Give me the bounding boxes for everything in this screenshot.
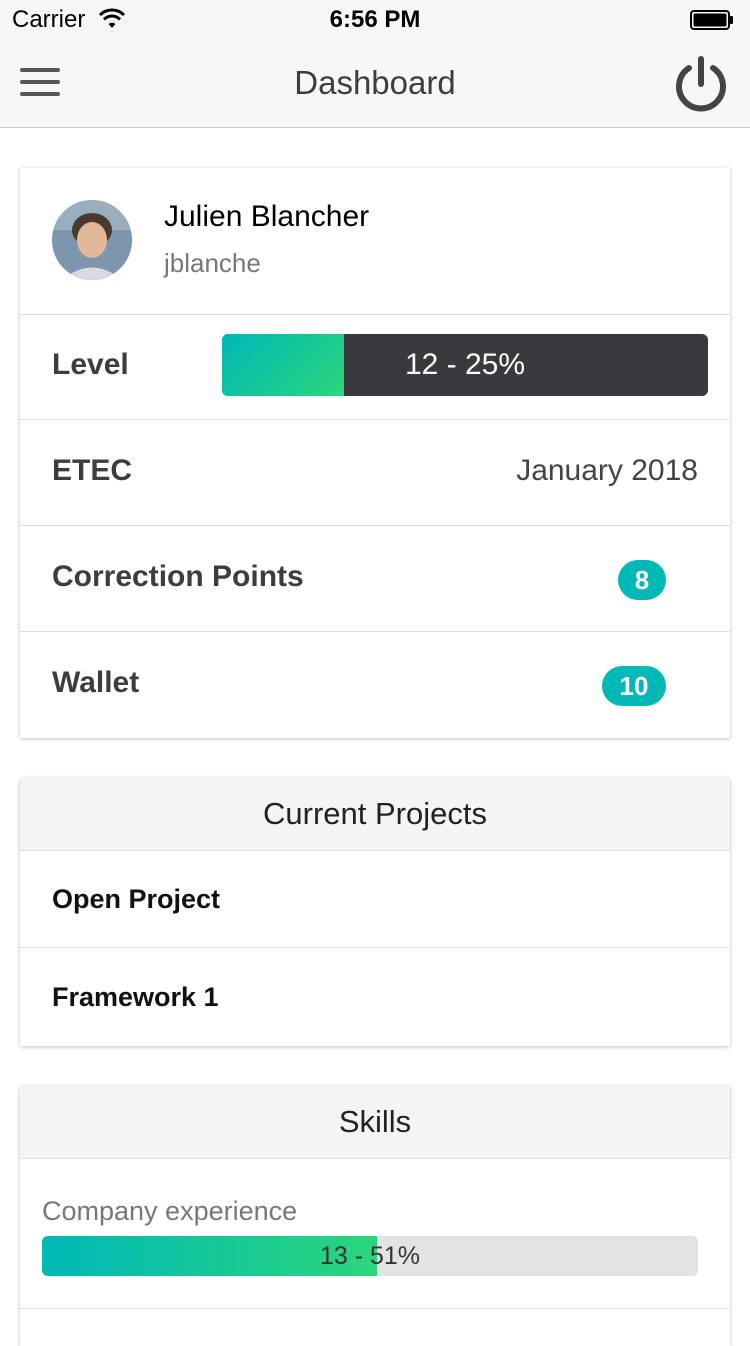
project-item[interactable]: Open Project [20, 850, 730, 948]
correction-points-label: Correction Points [52, 560, 304, 593]
current-projects-title: Current Projects [263, 796, 487, 831]
skill-name: Company experience [42, 1196, 298, 1226]
skill-item: Company experience 13 - 51% [20, 1158, 730, 1309]
level-label: Level [52, 348, 129, 381]
level-progress-bar: 12 - 25% [222, 334, 708, 396]
user-login: jblanche [164, 248, 261, 278]
power-icon[interactable] [670, 54, 732, 116]
nav-bar: Dashboard [0, 40, 750, 128]
level-row: Level 12 - 25% [20, 314, 730, 420]
profile-card: Julien Blancher jblanche Level 12 - 25% … [20, 168, 730, 738]
skills-card: Skills Company experience 13 - 51% [20, 1086, 730, 1346]
level-progress-text: 12 - 25% [404, 348, 526, 381]
campus-row: ETEC January 2018 [20, 420, 730, 526]
wallet-badge: 10 [602, 666, 666, 706]
campus-label: ETEC [52, 454, 133, 487]
correction-points-row: Correction Points 8 [20, 526, 730, 632]
current-projects-header: Current Projects [20, 778, 730, 851]
campus-date: January 2018 [516, 454, 698, 487]
wallet-label: Wallet [52, 666, 140, 699]
status-time: 6:56 PM [329, 6, 421, 33]
status-bar: Carrier 6:56 PM [0, 0, 750, 40]
wallet-row: Wallet 10 [20, 632, 730, 737]
project-name: Framework 1 [52, 982, 219, 1012]
skills-title: Skills [338, 1104, 412, 1139]
skill-progress-bar: 13 - 51% [42, 1236, 698, 1276]
avatar [52, 200, 132, 280]
page-title: Dashboard [294, 64, 456, 101]
profile-header: Julien Blancher jblanche [20, 168, 730, 315]
project-name: Open Project [52, 884, 221, 914]
correction-points-badge: 8 [618, 560, 666, 600]
user-full-name: Julien Blancher [164, 200, 370, 233]
battery-icon [690, 10, 733, 30]
skills-header: Skills [20, 1086, 730, 1159]
project-item[interactable]: Framework 1 [20, 948, 730, 1045]
skill-progress-text: 13 - 51% [319, 1242, 421, 1270]
current-projects-card: Current Projects Open Project Framework … [20, 778, 730, 1046]
